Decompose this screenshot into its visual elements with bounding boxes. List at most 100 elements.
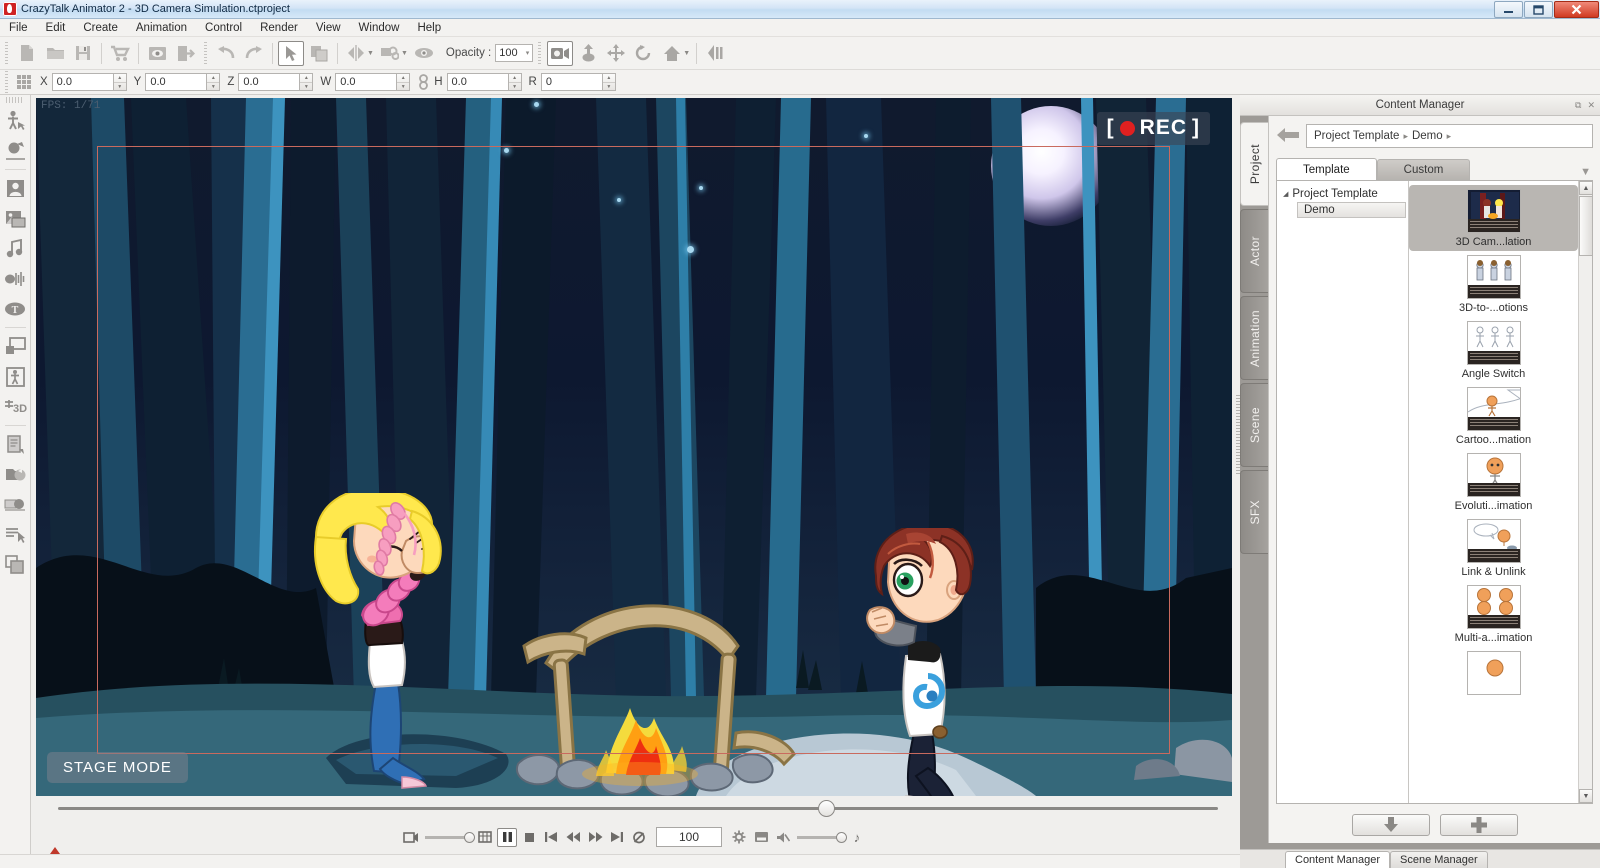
timeline-track[interactable] <box>58 807 1218 810</box>
open-project-icon[interactable] <box>42 41 68 66</box>
thumbnail-scrollbar[interactable]: ▲ ▼ <box>1578 181 1592 803</box>
scrollbar-thumb[interactable] <box>1579 196 1592 256</box>
save-project-icon[interactable] <box>70 41 96 66</box>
camera-icon[interactable] <box>547 40 574 66</box>
input-r[interactable]: 0 <box>540 73 603 91</box>
pause-button[interactable] <box>497 827 517 847</box>
close-panel-icon[interactable]: ✕ <box>1587 100 1595 111</box>
rewind-button[interactable] <box>563 828 583 847</box>
add-content-button[interactable] <box>1439 814 1518 836</box>
float-panel-icon[interactable]: ⧉ <box>1575 100 1581 111</box>
breadcrumb-item-0[interactable]: Project Template <box>1314 130 1399 142</box>
forward-button[interactable] <box>585 828 605 847</box>
eye-icon[interactable] <box>411 41 437 66</box>
link-icon[interactable] <box>377 41 403 66</box>
camera-zoom-knob[interactable] <box>464 831 475 843</box>
thumbnail-item-2[interactable]: Angle Switch <box>1409 317 1578 383</box>
camera-zoom-slider[interactable] <box>425 831 475 843</box>
record-tool-icon[interactable] <box>2 490 29 519</box>
stop-button[interactable] <box>519 828 539 847</box>
character-girl[interactable] <box>298 493 488 793</box>
menu-render[interactable]: Render <box>251 19 307 37</box>
timeline-knob[interactable] <box>818 800 835 817</box>
loop-button[interactable] <box>629 828 649 847</box>
tree-expand-icon[interactable]: ◢ <box>1283 190 1288 198</box>
timeline-tool-icon[interactable] <box>2 520 29 549</box>
tab-animation[interactable]: Animation <box>1240 296 1268 380</box>
menu-file[interactable]: File <box>0 19 37 37</box>
mute-icon[interactable] <box>773 828 793 847</box>
spinner-w[interactable]: ▲ ▼ <box>397 73 411 91</box>
composite-tool-icon[interactable] <box>2 550 29 579</box>
chevron-down-icon[interactable]: ▼ <box>1580 166 1591 178</box>
tab-sfx[interactable]: SFX <box>1240 470 1268 554</box>
home-icon[interactable] <box>659 41 685 66</box>
select-arrow-icon[interactable] <box>278 40 304 66</box>
render-icon[interactable] <box>751 828 771 847</box>
input-y[interactable]: 0.0 <box>145 73 208 91</box>
rail-grip[interactable] <box>6 97 24 103</box>
shopping-cart-icon[interactable] <box>107 41 133 66</box>
prop-tool-icon[interactable] <box>2 136 29 165</box>
thumbnail-item-0[interactable]: 3D Cam...lation <box>1409 185 1578 251</box>
breadcrumb[interactable]: Project Template ▸ Demo ▸ <box>1306 124 1593 148</box>
toolbar-grip-3[interactable] <box>536 42 544 64</box>
toolbar-grip-2[interactable] <box>202 42 209 64</box>
thumbnail-item-5[interactable]: Link & Unlink <box>1409 515 1578 581</box>
rotate-icon[interactable] <box>631 41 657 66</box>
toolbar-grip[interactable] <box>3 42 10 64</box>
layer-tool-icon[interactable] <box>2 332 29 361</box>
tree-root-node[interactable]: ◢ Project Template <box>1279 185 1406 202</box>
volume-knob[interactable] <box>836 831 847 843</box>
thumbnail-item-1[interactable]: 3D-to-...otions <box>1409 251 1578 317</box>
grid-icon[interactable] <box>17 75 33 89</box>
breadcrumb-item-1[interactable]: Demo <box>1412 130 1443 142</box>
pan-vertical-icon[interactable] <box>575 41 601 66</box>
menu-window[interactable]: Window <box>350 19 409 37</box>
spinner-y[interactable]: ▲ ▼ <box>207 73 221 91</box>
link-aspect-icon[interactable] <box>418 74 430 90</box>
back-arrow-icon[interactable] <box>1276 126 1300 146</box>
actor-tool-icon[interactable] <box>2 106 29 135</box>
tree-child-demo[interactable]: Demo <box>1297 202 1406 218</box>
bottom-tab-content-manager[interactable]: Content Manager <box>1285 851 1390 868</box>
preview-icon[interactable] <box>144 41 170 66</box>
input-x[interactable]: 0.0 <box>51 73 114 91</box>
undo-icon[interactable] <box>213 41 239 66</box>
download-content-button[interactable] <box>1351 814 1430 836</box>
waveform-tool-icon[interactable] <box>2 264 29 293</box>
scroll-down-button[interactable]: ▼ <box>1579 789 1592 803</box>
tab-custom[interactable]: Custom <box>1376 159 1471 180</box>
gear-icon[interactable] <box>729 828 749 847</box>
input-z[interactable]: 0.0 <box>238 73 301 91</box>
menu-control[interactable]: Control <box>196 19 251 37</box>
input-w[interactable]: 0.0 <box>335 73 398 91</box>
menu-edit[interactable]: Edit <box>37 19 75 37</box>
spinner-z[interactable]: ▲ ▼ <box>300 73 314 91</box>
text-tool-icon[interactable]: T <box>2 294 29 323</box>
volume-slider[interactable] <box>797 831 847 843</box>
thumbnail-item-4[interactable]: Evoluti...imation <box>1409 449 1578 515</box>
duplicate-icon[interactable] <box>306 41 332 66</box>
folder-tree[interactable]: ◢ Project Template Demo <box>1277 181 1409 803</box>
scene-tool-icon[interactable] <box>2 204 29 233</box>
stage-viewport[interactable]: FPS: 1/71 [ REC ] STAGE MODE <box>36 98 1232 796</box>
bone-tool-icon[interactable] <box>2 362 29 391</box>
thumbnail-item-7[interactable] <box>1409 647 1578 698</box>
minimize-button[interactable] <box>1494 1 1523 18</box>
folder-tool-icon[interactable] <box>2 460 29 489</box>
bottom-tab-scene-manager[interactable]: Scene Manager <box>1390 851 1488 868</box>
jump-end-button[interactable] <box>607 828 627 847</box>
menu-animation[interactable]: Animation <box>127 19 196 37</box>
thumbnail-item-6[interactable]: Multi-a...imation <box>1409 581 1578 647</box>
link-dropdown-caret-icon[interactable]: ▼ <box>401 50 408 57</box>
redo-icon[interactable] <box>241 41 267 66</box>
character-boy[interactable] <box>836 528 996 796</box>
tab-template[interactable]: Template <box>1276 158 1377 180</box>
close-button[interactable] <box>1554 1 1599 18</box>
spinner-r[interactable]: ▲ ▼ <box>602 73 616 91</box>
jump-start-button[interactable] <box>541 828 561 847</box>
mirror-icon[interactable] <box>343 41 369 66</box>
film-icon[interactable] <box>401 828 421 847</box>
tab-project[interactable]: Project <box>1240 122 1268 206</box>
